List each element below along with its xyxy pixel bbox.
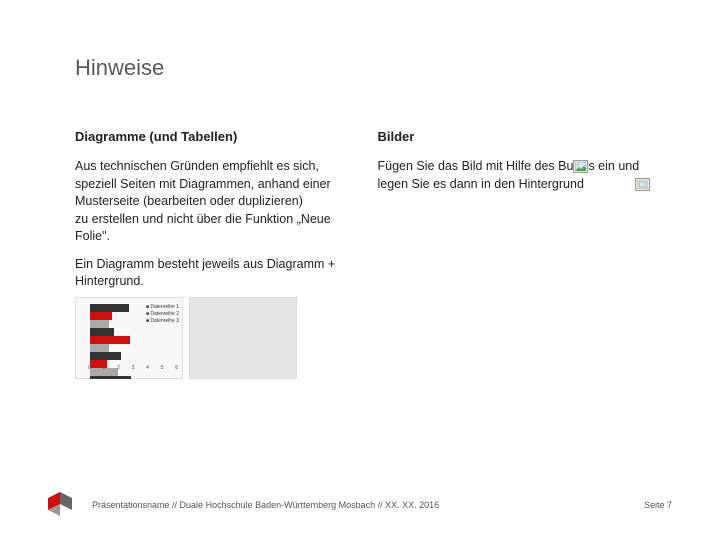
picture-tool-icon [635,178,650,191]
right-para: Fügen Sie das Bild mit Hilfe des Bus ein… [378,158,651,193]
clipped-region: Ein Diagramm besteht jeweils aus Diagram… [75,256,348,291]
chart-legend: Datenreihe 1 Datenreihe 2 Datenreihe 3 [146,304,179,325]
picture-icon [573,160,588,173]
left-para-2: Ein Diagramm besteht jeweils aus Diagram… [75,256,348,291]
column-left: Diagramme (und Tabellen) Aus technischen… [75,129,348,379]
page-title: Hinweise [75,55,650,81]
chart-example: Datenreihe 1 Datenreihe 2 Datenreihe 3 0… [75,297,348,379]
chart-foreground: Datenreihe 1 Datenreihe 2 Datenreihe 3 0… [75,297,183,379]
chart-background [189,297,297,379]
content-columns: Diagramme (und Tabellen) Aus technischen… [75,129,650,379]
left-para-1: Aus technischen Gründen empfiehlt es sic… [75,158,348,246]
logo [48,492,74,516]
right-heading: Bilder [378,129,651,144]
footer-left: Präsentationsname // Duale Hochschule Ba… [92,500,439,510]
right-body: Fügen Sie das Bild mit Hilfe des Bus ein… [378,158,651,193]
chart-x-axis: 0123456 [88,365,178,372]
column-right: Bilder Fügen Sie das Bild mit Hilfe des … [378,129,651,379]
left-body: Aus technischen Gründen empfiehlt es sic… [75,158,348,379]
footer: Präsentationsname // Duale Hochschule Ba… [92,500,672,510]
left-heading: Diagramme (und Tabellen) [75,129,348,144]
footer-right: Seite 7 [644,500,672,510]
slide: Hinweise Diagramme (und Tabellen) Aus te… [0,0,720,540]
